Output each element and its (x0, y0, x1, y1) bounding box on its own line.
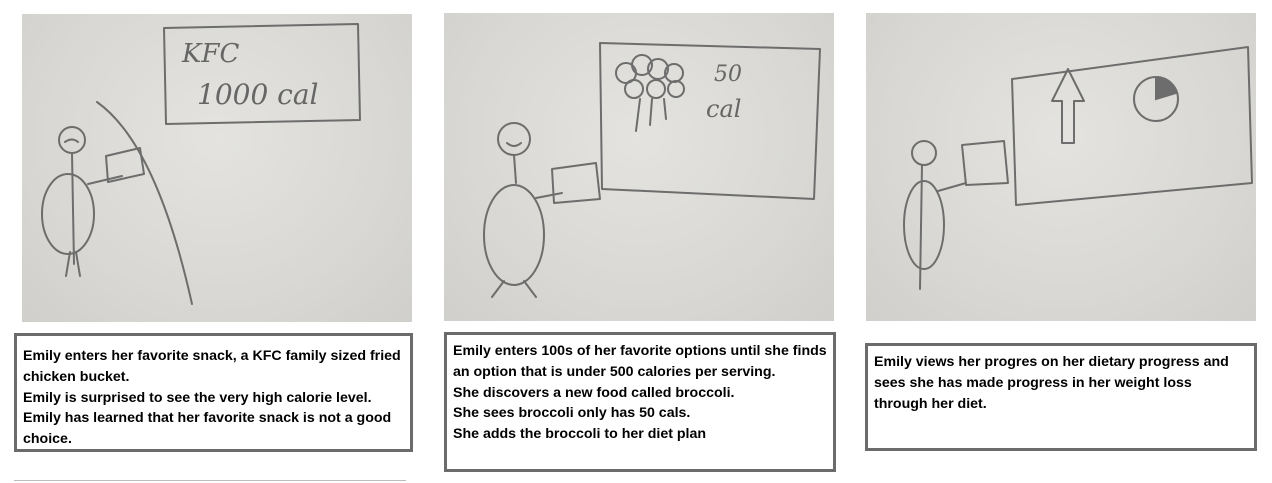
sketch-label-calories: 1000 cal (197, 78, 319, 111)
sketch-drawing-3 (903, 46, 1253, 290)
sketch-drawing-2: 50 cal (483, 42, 821, 298)
caption-line: Emily enters 100s of her favorite option… (453, 343, 827, 380)
sketch-label-kfc: KFC (181, 39, 239, 69)
sketch-photo-1: KFC 1000 cal (22, 14, 412, 322)
sketch-label-fifty: 50 (714, 62, 742, 87)
divider (14, 480, 406, 481)
sketch-drawing-1: KFC 1000 cal (41, 23, 361, 305)
caption-box-3: Emily views her progres on her dietary p… (865, 343, 1257, 451)
caption-line: She sees broccoli only has 50 cals. (453, 405, 691, 422)
caption-line: Emily enters her favorite snack, a KFC f… (23, 348, 401, 385)
caption-box-1: Emily enters her favorite snack, a KFC f… (14, 333, 413, 452)
caption-line: Emily is surprised to see the very high … (23, 389, 372, 406)
caption-line: She adds the broccoli to her diet plan (453, 426, 707, 443)
sketch-photo-2: 50 cal (444, 13, 834, 321)
caption-box-2: Emily enters 100s of her favorite option… (444, 332, 836, 472)
sketch-photo-3 (866, 13, 1256, 321)
caption-line: Emily views her progres on her dietary p… (874, 354, 1229, 412)
caption-line: She discovers a new food called broccoli… (453, 384, 735, 401)
sketch-label-cal: cal (706, 95, 741, 123)
arrow-up-icon (1051, 68, 1085, 144)
caption-line: Emily has learned that her favorite snac… (23, 410, 392, 448)
